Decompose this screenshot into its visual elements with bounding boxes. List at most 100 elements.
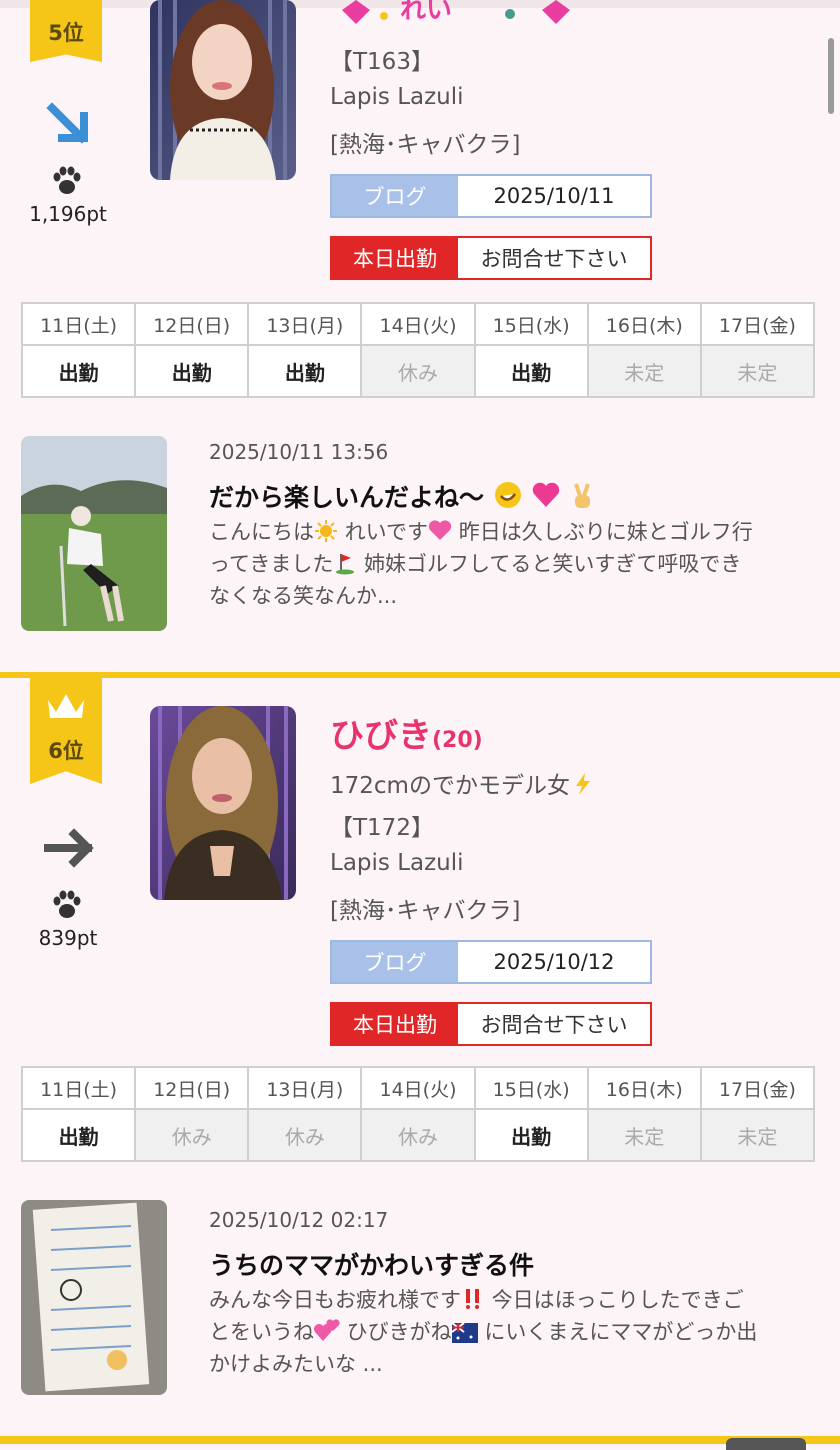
schedule-day: 11日(土) — [20, 1066, 137, 1110]
schedule-status: 未定 — [699, 344, 816, 398]
victory-hand-emoji-icon — [574, 483, 591, 508]
rank-badge: 5位 — [30, 0, 102, 62]
today-shift-value: お問合せ下さい — [458, 238, 650, 278]
schedule-day: 17日(金) — [699, 302, 816, 346]
excerpt-text: 昨日は久しぶりに妹とゴルフ行 — [452, 520, 753, 544]
schedule-day: 15日(水) — [473, 302, 589, 346]
catchphrase: 172cmのでかモデル女 — [330, 766, 596, 800]
excerpt-text: れいです — [338, 520, 429, 544]
schedule-status: 出勤 — [473, 344, 589, 398]
blog-post-title[interactable]: だから楽しいんだよね〜 — [209, 478, 596, 514]
schedule-day: 11日(土) — [20, 302, 137, 346]
trend-right-icon — [44, 828, 94, 868]
svg-text:れい: れい — [400, 0, 452, 25]
excerpt-text: 今日はほっこりしたできご — [485, 1288, 744, 1312]
blog-post-excerpt: こんにちは れいです 昨日は久しぶりに妹とゴルフ行 ってきました 姉妹ゴルフして… — [209, 516, 815, 612]
paw-icon — [53, 166, 81, 194]
blog-link[interactable]: ブログ 2025/10/11 — [330, 174, 652, 218]
blog-date: 2025/10/12 — [458, 942, 650, 982]
blog-post-title[interactable]: うちのママがかわいすぎる件 — [209, 1246, 534, 1282]
schedule-status: 休み — [134, 1108, 250, 1162]
area-label: [熱海･キャバクラ] — [330, 898, 521, 924]
catchphrase-text: 172cmのでかモデル女 — [330, 773, 570, 799]
next-card-top-border — [0, 1436, 840, 1444]
schedule-day: 15日(水) — [473, 1066, 589, 1110]
schedule-day: 16日(木) — [586, 302, 702, 346]
blog-link[interactable]: ブログ 2025/10/12 — [330, 940, 652, 984]
schedule-status: 出勤 — [134, 344, 250, 398]
cast-age: (20) — [432, 728, 483, 753]
trend-down-right-icon — [46, 102, 88, 144]
blog-label: ブログ — [332, 176, 458, 216]
schedule-status: 未定 — [586, 1108, 702, 1162]
excerpt-text: にいくまえにママがどっか出 — [477, 1320, 758, 1344]
blog-post-date: 2025/10/12 02:17 — [209, 1208, 389, 1232]
blog-post-title-text: だから楽しいんだよね〜 — [209, 483, 485, 512]
excerpt-text: とをいうね — [209, 1320, 314, 1344]
schedule-status: 未定 — [699, 1108, 816, 1162]
australia-flag-emoji-icon — [451, 1323, 478, 1343]
schedule-day: 14日(火) — [360, 302, 476, 346]
blog-post-date: 2025/10/11 13:56 — [209, 440, 389, 464]
shop-name[interactable]: Lapis Lazuli — [330, 84, 464, 110]
ranking-card-6: 6位 839pt ひびき(20) 172cmのでかモデル女 【T172】 Lap… — [0, 672, 840, 1442]
excerpt-text: かけよみたいな ... — [209, 1352, 383, 1376]
cast-name-text: ひびき — [330, 716, 432, 756]
rank-label: 5位 — [48, 21, 84, 45]
blog-date: 2025/10/11 — [458, 176, 650, 216]
excerpt-text: ってきました — [209, 552, 334, 576]
schedule-day: 16日(木) — [586, 1066, 702, 1110]
rofl-emoji-icon — [494, 482, 521, 508]
points: 839pt — [38, 926, 98, 950]
crown-icon — [48, 694, 84, 718]
schedule-status: 出勤 — [247, 344, 363, 398]
rank-label: 6位 — [48, 739, 84, 763]
area-label: [熱海･キャバクラ] — [330, 132, 521, 158]
blog-post-thumbnail[interactable] — [21, 436, 167, 631]
two-hearts-emoji-icon — [314, 1319, 340, 1341]
floating-button-edge[interactable] — [726, 1438, 806, 1450]
today-shift-label: 本日出勤 — [332, 238, 458, 278]
height-label: 【T163】 — [330, 49, 434, 75]
sun-emoji-icon — [315, 520, 337, 542]
schedule-day: 14日(火) — [360, 1066, 476, 1110]
weekly-schedule: 11日(土) 12日(日) 13日(月) 14日(火) 15日(水) 16日(木… — [20, 302, 816, 398]
schedule-day: 12日(日) — [134, 302, 250, 346]
rank-badge: 6位 — [30, 678, 102, 784]
schedule-status: 出勤 — [473, 1108, 589, 1162]
lightning-emoji-icon — [575, 773, 590, 795]
growing-heart-emoji-icon — [428, 520, 452, 540]
excerpt-text: みんな今日もお疲れ様です — [209, 1288, 461, 1312]
points: 1,196pt — [29, 202, 107, 226]
blog-post-excerpt: みんな今日もお疲れ様です 今日はほっこりしたできご とをいうね ひびきがね にい… — [209, 1284, 815, 1380]
profile-photo[interactable] — [150, 706, 296, 900]
golf-flag-emoji-icon — [336, 554, 355, 575]
schedule-day: 13日(月) — [247, 1066, 363, 1110]
height-label: 【T172】 — [330, 815, 434, 841]
schedule-status: 休み — [360, 1108, 476, 1162]
blog-post-thumbnail[interactable] — [21, 1200, 167, 1395]
profile-photo[interactable] — [150, 0, 296, 180]
today-shift: 本日出勤 お問合せ下さい — [330, 236, 652, 280]
excerpt-text: なくなる笑なんか... — [209, 584, 398, 608]
excerpt-text: こんにちは — [209, 520, 314, 544]
today-shift-label: 本日出勤 — [332, 1004, 458, 1044]
heart-emoji-icon — [533, 482, 560, 507]
schedule-status: 出勤 — [20, 1108, 137, 1162]
decorative-emoji-banner: れい — [342, 0, 570, 25]
paw-icon — [53, 890, 81, 918]
cast-name[interactable]: ひびき(20) — [330, 708, 483, 757]
schedule-status: 未定 — [586, 344, 702, 398]
schedule-status: 休み — [247, 1108, 363, 1162]
blog-label: ブログ — [332, 942, 458, 982]
schedule-status: 出勤 — [20, 344, 137, 398]
ranking-card-5: 5位 1,196pt れい 【T163】 Lapis Lazuli [熱海･キャ… — [0, 0, 840, 672]
today-shift-value: お問合せ下さい — [458, 1004, 650, 1044]
schedule-day: 12日(日) — [134, 1066, 250, 1110]
schedule-status: 休み — [360, 344, 476, 398]
weekly-schedule: 11日(土) 12日(日) 13日(月) 14日(火) 15日(水) 16日(木… — [20, 1066, 816, 1162]
excerpt-text: ひびきがね — [340, 1320, 452, 1344]
schedule-day: 17日(金) — [699, 1066, 816, 1110]
shop-name[interactable]: Lapis Lazuli — [330, 850, 464, 876]
excerpt-text: 姉妹ゴルフしてると笑いすぎて呼吸でき — [357, 552, 742, 576]
